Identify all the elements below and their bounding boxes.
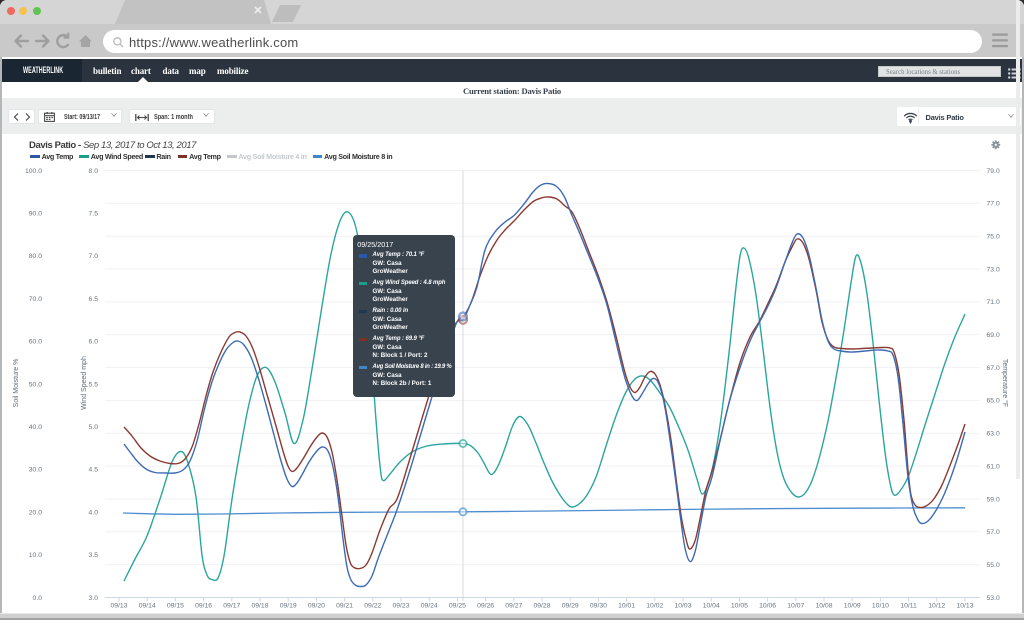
svg-text:69.0: 69.0 bbox=[987, 332, 1000, 339]
svg-text:09/15: 09/15 bbox=[167, 603, 184, 610]
svg-text:7.5: 7.5 bbox=[89, 211, 99, 218]
svg-text:10.0: 10.0 bbox=[29, 552, 42, 559]
svg-text:09/29: 09/29 bbox=[562, 603, 579, 610]
svg-text:75.0: 75.0 bbox=[987, 234, 1000, 241]
svg-text:09/16: 09/16 bbox=[195, 603, 212, 610]
svg-text:30.0: 30.0 bbox=[29, 467, 42, 474]
svg-text:Soil Moisture %: Soil Moisture % bbox=[13, 359, 20, 408]
svg-text:09/13: 09/13 bbox=[110, 603, 127, 610]
svg-text:20.0: 20.0 bbox=[29, 509, 42, 516]
svg-text:6.5: 6.5 bbox=[89, 296, 99, 303]
svg-text:73.0: 73.0 bbox=[987, 266, 1000, 273]
svg-text:Temperature °F: Temperature °F bbox=[1001, 359, 1009, 407]
svg-text:09/25: 09/25 bbox=[449, 603, 466, 610]
svg-text:Wind Speed mph: Wind Speed mph bbox=[81, 356, 88, 410]
svg-text:09/27: 09/27 bbox=[505, 603, 522, 610]
svg-text:10/11: 10/11 bbox=[900, 603, 917, 610]
svg-text:40.0: 40.0 bbox=[29, 424, 42, 431]
svg-text:67.0: 67.0 bbox=[987, 365, 1000, 372]
svg-text:09/28: 09/28 bbox=[533, 603, 550, 610]
svg-text:80.0: 80.0 bbox=[29, 253, 42, 260]
svg-text:09/19: 09/19 bbox=[280, 603, 297, 610]
svg-text:65.0: 65.0 bbox=[987, 398, 1000, 405]
svg-text:09/30: 09/30 bbox=[590, 603, 607, 610]
svg-text:10/02: 10/02 bbox=[646, 603, 663, 610]
svg-text:70.0: 70.0 bbox=[29, 296, 42, 303]
svg-text:55.0: 55.0 bbox=[987, 562, 1000, 569]
svg-text:09/26: 09/26 bbox=[477, 603, 494, 610]
svg-text:09/21: 09/21 bbox=[336, 603, 353, 610]
svg-text:10/03: 10/03 bbox=[674, 603, 691, 610]
svg-text:60.0: 60.0 bbox=[29, 339, 42, 346]
svg-text:79.0: 79.0 bbox=[987, 168, 1000, 175]
svg-text:09/20: 09/20 bbox=[308, 603, 325, 610]
svg-text:3.0: 3.0 bbox=[89, 595, 99, 602]
svg-text:6.0: 6.0 bbox=[89, 339, 99, 346]
svg-text:10/10: 10/10 bbox=[872, 603, 889, 610]
svg-text:5.0: 5.0 bbox=[89, 424, 99, 431]
svg-text:10/13: 10/13 bbox=[956, 603, 973, 610]
svg-text:100.0: 100.0 bbox=[25, 168, 42, 175]
svg-text:3.5: 3.5 bbox=[89, 552, 99, 559]
svg-text:09/23: 09/23 bbox=[392, 603, 409, 610]
svg-text:5.5: 5.5 bbox=[89, 381, 99, 388]
svg-text:90.0: 90.0 bbox=[29, 211, 42, 218]
svg-text:63.0: 63.0 bbox=[987, 431, 1000, 438]
svg-text:0.0: 0.0 bbox=[33, 595, 43, 602]
svg-text:61.0: 61.0 bbox=[987, 463, 1000, 470]
svg-text:10/06: 10/06 bbox=[759, 603, 776, 610]
svg-text:09/24: 09/24 bbox=[421, 603, 438, 610]
svg-text:50.0: 50.0 bbox=[29, 381, 42, 388]
svg-text:77.0: 77.0 bbox=[987, 201, 1000, 208]
svg-text:09/17: 09/17 bbox=[223, 603, 240, 610]
svg-text:7.0: 7.0 bbox=[89, 253, 99, 260]
svg-text:59.0: 59.0 bbox=[987, 496, 1000, 503]
svg-text:4.0: 4.0 bbox=[89, 509, 99, 516]
svg-text:71.0: 71.0 bbox=[987, 299, 1000, 306]
svg-text:4.5: 4.5 bbox=[89, 467, 99, 474]
svg-text:09/14: 09/14 bbox=[139, 603, 156, 610]
svg-text:10/04: 10/04 bbox=[703, 603, 720, 610]
svg-text:10/08: 10/08 bbox=[815, 603, 832, 610]
svg-text:53.0: 53.0 bbox=[987, 595, 1000, 602]
svg-text:10/01: 10/01 bbox=[618, 603, 635, 610]
svg-text:57.0: 57.0 bbox=[987, 529, 1000, 536]
svg-text:09/22: 09/22 bbox=[364, 603, 381, 610]
svg-text:10/09: 10/09 bbox=[844, 603, 861, 610]
svg-text:09/18: 09/18 bbox=[251, 603, 268, 610]
svg-text:10/05: 10/05 bbox=[731, 603, 748, 610]
svg-text:10/12: 10/12 bbox=[928, 603, 945, 610]
svg-text:8.0: 8.0 bbox=[89, 168, 99, 175]
svg-text:10/07: 10/07 bbox=[787, 603, 804, 610]
